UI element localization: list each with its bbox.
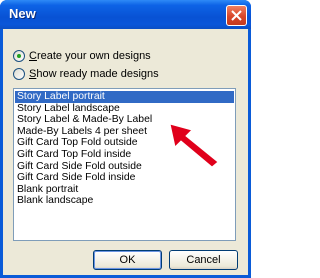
create-own-designs-option[interactable]: Create your own designs: [13, 49, 151, 63]
show-ready-made-label[interactable]: Show ready made designs: [29, 68, 159, 80]
window-title: New: [9, 6, 36, 21]
list-item[interactable]: Blank portrait: [15, 184, 234, 196]
ok-button[interactable]: OK: [93, 250, 162, 270]
new-dialog-window: New Create your own designs Show ready m…: [0, 0, 251, 278]
create-own-designs-label[interactable]: Create your own designs: [29, 50, 151, 62]
title-bar[interactable]: New: [0, 0, 251, 29]
create-own-designs-radio[interactable]: [13, 50, 25, 62]
annotation-arrow-icon: [169, 123, 219, 168]
close-icon: [231, 10, 242, 21]
list-item[interactable]: Blank landscape: [15, 195, 234, 207]
list-item[interactable]: Gift Card Side Fold inside: [15, 172, 234, 184]
show-ready-made-radio[interactable]: [13, 68, 25, 80]
list-item[interactable]: Story Label landscape: [15, 103, 234, 115]
dialog-client-area: Create your own designs Show ready made …: [3, 29, 248, 275]
close-button[interactable]: [226, 5, 247, 26]
cancel-button[interactable]: Cancel: [169, 250, 238, 270]
list-item[interactable]: Story Label portrait: [15, 91, 234, 103]
show-ready-made-option[interactable]: Show ready made designs: [13, 67, 159, 81]
